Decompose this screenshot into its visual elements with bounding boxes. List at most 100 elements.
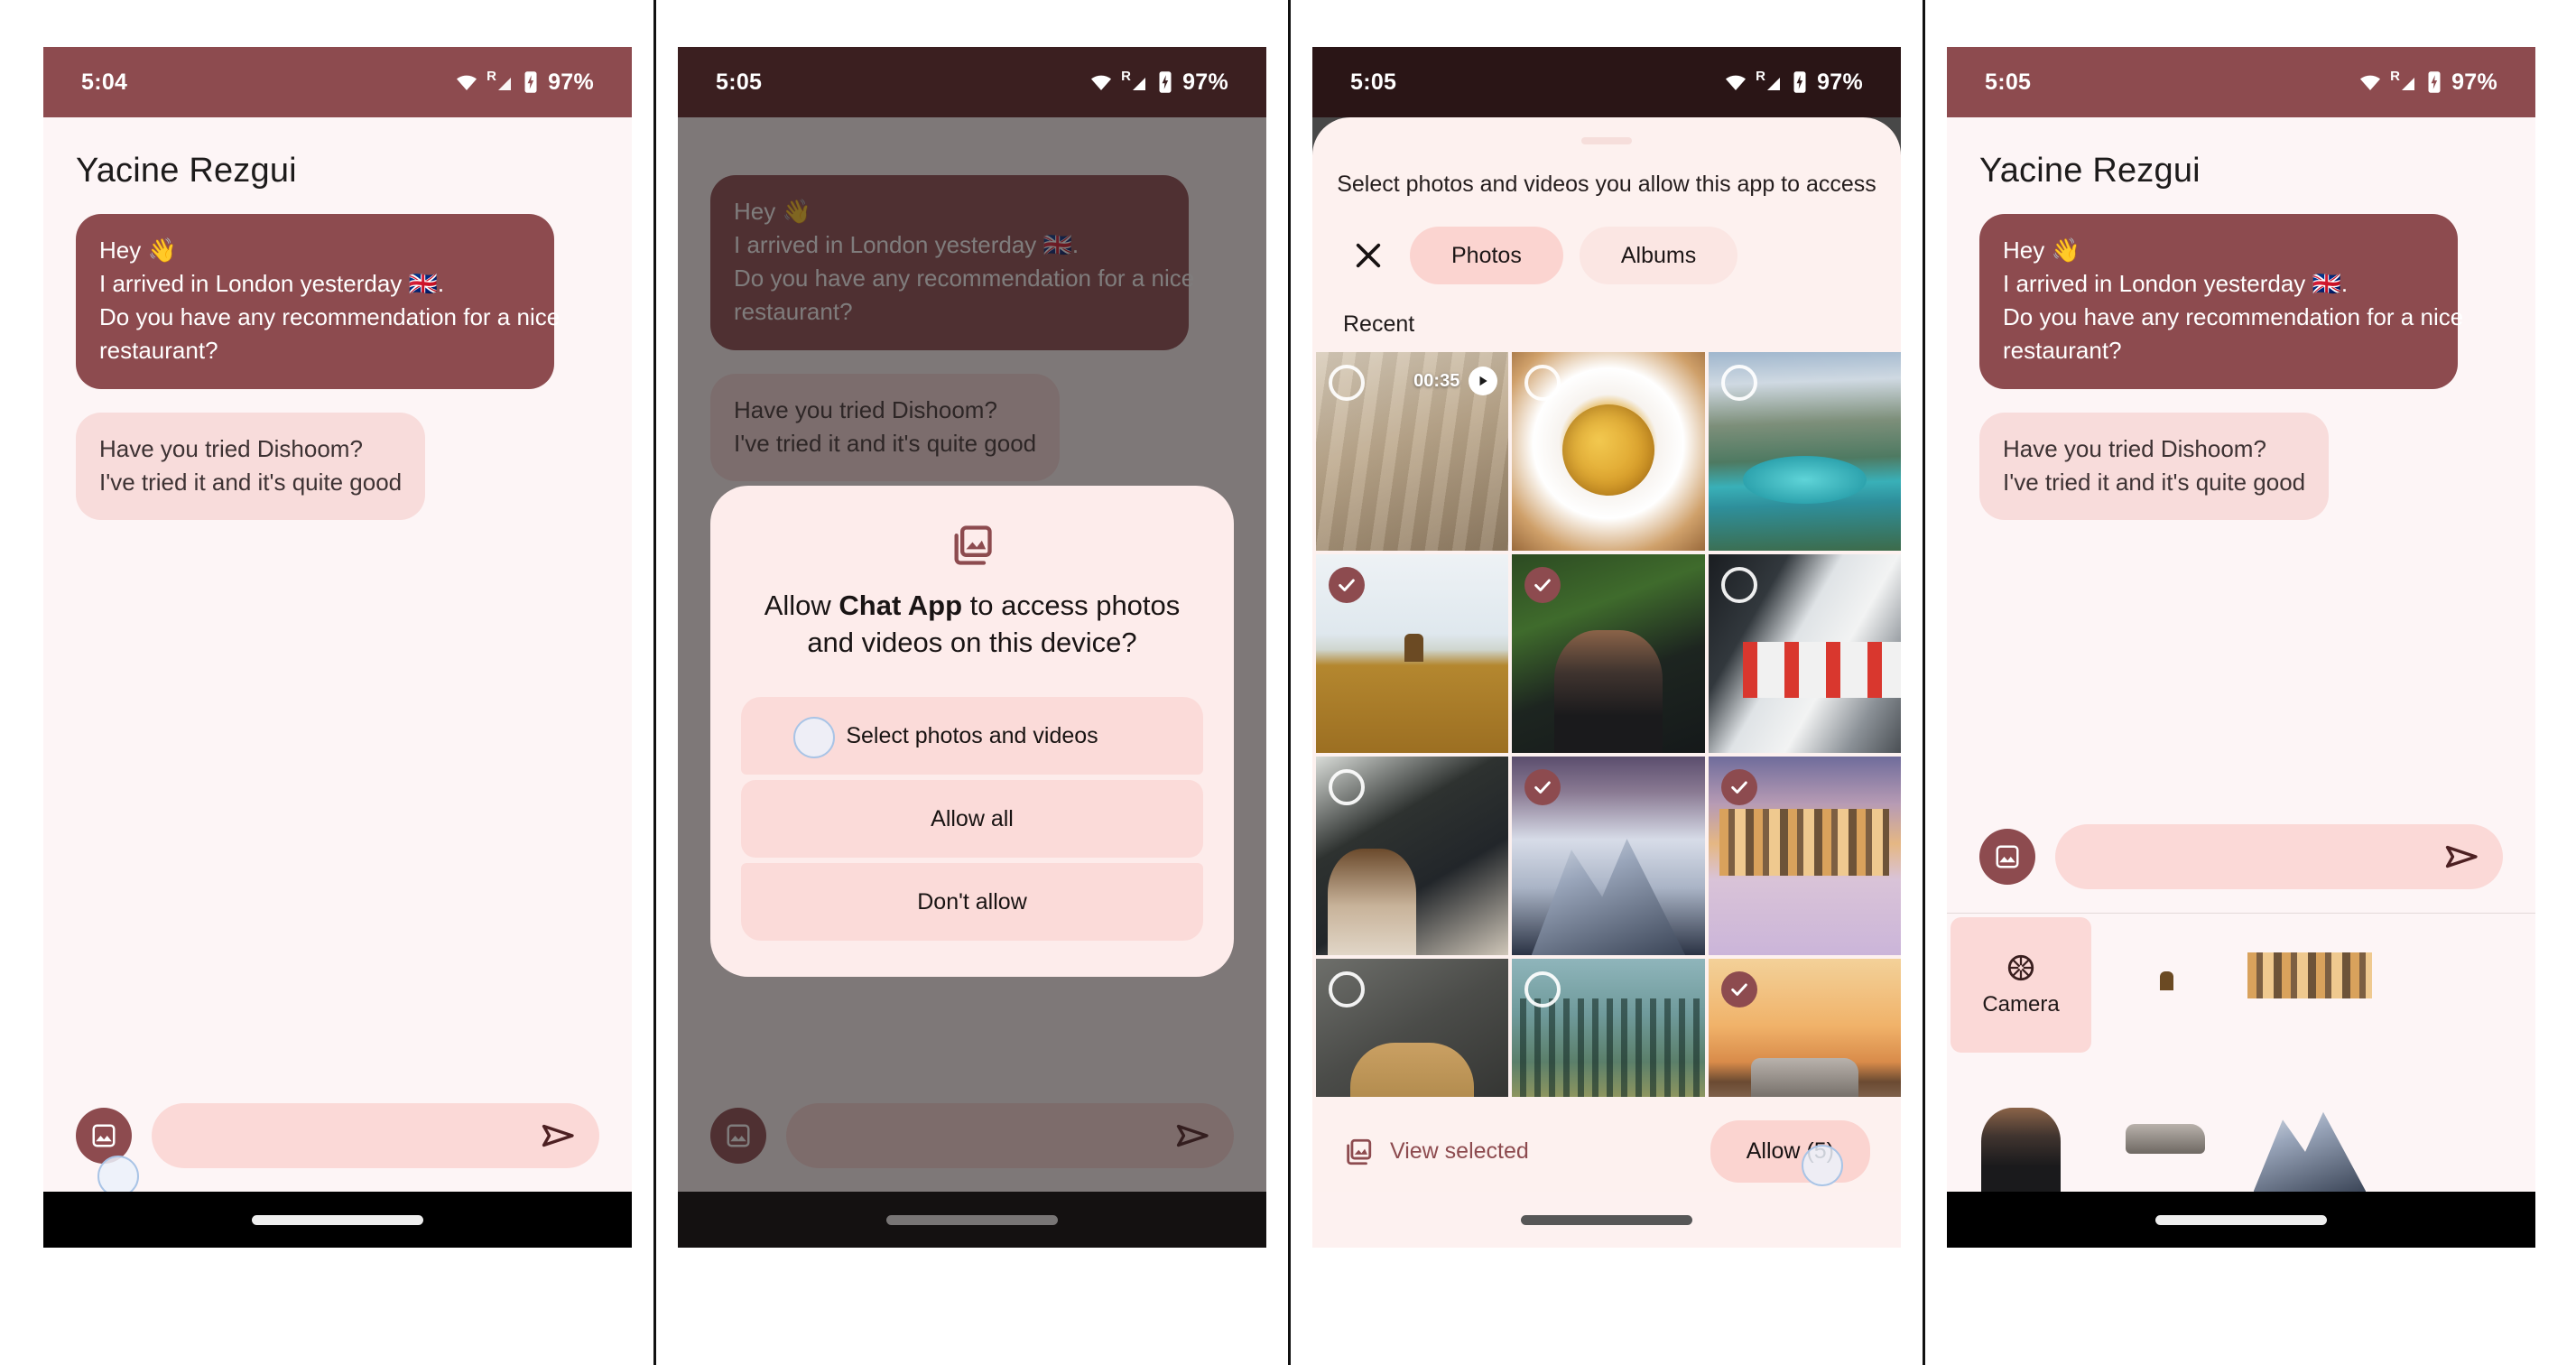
grid-item-video-floor[interactable]: 00:35 xyxy=(1316,352,1509,552)
message-bubble-incoming-4: Have you tried Dishoom? I've tried it an… xyxy=(1979,412,2330,521)
option-label: Don't allow xyxy=(917,888,1027,915)
grid-item-photo-man[interactable] xyxy=(1316,959,1509,1097)
wifi-icon xyxy=(1091,75,1112,90)
nav-bar-3 xyxy=(1312,1192,1901,1248)
roaming-indicator-1: R xyxy=(486,69,497,84)
tray-thumb-mountain[interactable] xyxy=(2239,1056,2380,1192)
grid-item-photo-car[interactable] xyxy=(1708,959,1901,1097)
grid-item-photo-mountain[interactable] xyxy=(1512,757,1705,956)
option-select-photos[interactable]: Select photos and videos xyxy=(741,697,1203,775)
message-line: Hey 👋 xyxy=(2003,237,2080,264)
message-input-4[interactable] xyxy=(2055,824,2503,889)
grid-item-photo-lake[interactable] xyxy=(1708,352,1901,552)
message-line: restaurant? xyxy=(2003,336,2122,364)
status-icons-1: R 97% xyxy=(453,69,594,96)
close-button[interactable] xyxy=(1343,230,1394,281)
message-line: I arrived in London yesterday 🇬🇧. xyxy=(99,269,445,297)
dialog-title: Allow Chat App to access photos and vide… xyxy=(741,587,1203,661)
tab-label: Photos xyxy=(1451,242,1522,268)
grid-item-photo-forest[interactable] xyxy=(1512,959,1705,1097)
status-time-3: 5:05 xyxy=(1350,69,1397,95)
wifi-icon xyxy=(1726,75,1747,90)
home-indicator-4[interactable] xyxy=(2155,1214,2327,1225)
message-line: Do you have any recommendation for a nic… xyxy=(2003,302,2464,330)
picker-tabs: Photos Albums xyxy=(1312,198,1901,285)
grid-item-photo-pasta[interactable] xyxy=(1512,352,1705,552)
message-input-1[interactable] xyxy=(152,1103,599,1168)
frame-chat-initial: 5:04 R 97% Yacine Rezgui Hey 👋 I arrived… xyxy=(22,0,653,1365)
select-check-on[interactable] xyxy=(1720,769,1757,806)
play-icon xyxy=(1469,367,1498,396)
close-icon xyxy=(1356,244,1381,268)
wifi-icon xyxy=(457,75,477,90)
chat-spacer-4 xyxy=(1947,520,2535,804)
allow-label: Allow (5) xyxy=(1746,1138,1834,1164)
composer-1 xyxy=(43,1083,632,1192)
message-bubble-outgoing-4: Hey 👋 I arrived in London yesterday 🇬🇧. … xyxy=(1979,214,2464,389)
dialog-title-pre: Allow xyxy=(764,590,839,621)
attach-image-button-1[interactable] xyxy=(76,1108,132,1164)
camera-label: Camera xyxy=(1982,992,2060,1017)
composer-4 xyxy=(1947,804,2535,913)
tray-thumb-couple[interactable] xyxy=(1951,1056,2091,1192)
select-check-on[interactable] xyxy=(1720,971,1757,1008)
tray-thumb-car[interactable] xyxy=(2095,1056,2236,1192)
tray-camera-button[interactable]: Camera xyxy=(1951,917,2091,1053)
view-selected-button[interactable]: View selected xyxy=(1343,1137,1529,1167)
roaming-indicator-2: R xyxy=(1121,69,1132,84)
tab-label: Albums xyxy=(1620,242,1697,268)
contact-name-4: Yacine Rezgui xyxy=(1979,152,2201,190)
tab-photos[interactable]: Photos xyxy=(1410,227,1563,285)
option-label: Allow all xyxy=(931,805,1014,831)
send-icon[interactable] xyxy=(2445,843,2479,870)
grid-item-photo-train[interactable] xyxy=(1708,554,1901,754)
photo-picker-sheet: Select photos and videos you allow this … xyxy=(1312,117,1901,1248)
frame-chat-with-tray: 5:05 R 97% Yacine Rezgui Hey 👋 I arrived… xyxy=(1925,0,2557,1365)
allow-button[interactable]: Allow (5) xyxy=(1710,1120,1870,1186)
attach-image-button-4[interactable] xyxy=(1979,829,2035,885)
permission-dialog: Allow Chat App to access photos and vide… xyxy=(710,486,1234,978)
wifi-icon xyxy=(2360,75,2381,90)
message-line: restaurant? xyxy=(99,336,218,364)
sheet-grabber[interactable] xyxy=(1581,137,1632,145)
message-line: I've tried it and it's quite good xyxy=(99,468,403,496)
contact-name-1: Yacine Rezgui xyxy=(76,152,297,190)
cellular-signal-icon: R xyxy=(486,69,515,93)
send-icon[interactable] xyxy=(542,1122,576,1149)
home-indicator-3[interactable] xyxy=(1521,1214,1692,1225)
status-bar-4: 5:05 R 97% xyxy=(1947,47,2535,117)
message-line: Have you tried Dishoom? xyxy=(2003,434,2266,462)
grid-item-photo-cabin[interactable] xyxy=(1316,757,1509,956)
grid-item-photo-city[interactable] xyxy=(1708,757,1901,956)
message-line: I've tried it and it's quite good xyxy=(2003,468,2306,496)
battery-percent-3: 97% xyxy=(1817,69,1863,95)
tab-albums[interactable]: Albums xyxy=(1579,227,1738,285)
nav-bar-1 xyxy=(43,1192,632,1248)
home-indicator-1[interactable] xyxy=(252,1214,423,1225)
select-circle-off[interactable] xyxy=(1720,567,1757,604)
video-duration: 00:35 xyxy=(1413,370,1460,391)
status-bar-1: 5:04 R 97% xyxy=(43,47,632,117)
select-circle-off[interactable] xyxy=(1720,365,1757,402)
status-icons-4: R 97% xyxy=(2357,69,2497,96)
battery-percent-1: 97% xyxy=(548,69,594,95)
message-line: I arrived in London yesterday 🇬🇧. xyxy=(2003,269,2349,297)
tray-row-1: Camera xyxy=(1947,914,2535,1053)
tray-thumb-field[interactable] xyxy=(2095,917,2236,1053)
battery-percent-4: 97% xyxy=(2451,69,2497,95)
status-time-1: 5:04 xyxy=(81,69,128,95)
grid-item-photo-couple[interactable] xyxy=(1512,554,1705,754)
roaming-indicator-3: R xyxy=(1756,69,1766,84)
option-allow-all[interactable]: Allow all xyxy=(741,780,1203,859)
frame-photo-picker: 5:05 R 97% Select photos and videos you … xyxy=(1291,0,1923,1365)
option-dont-allow[interactable]: Don't allow xyxy=(741,863,1203,942)
image-icon xyxy=(1996,845,2019,868)
battery-charging-icon xyxy=(1159,71,1172,93)
image-icon xyxy=(92,1124,116,1147)
chat-spacer-1 xyxy=(43,520,632,1083)
grid-item-photo-field[interactable] xyxy=(1316,554,1509,754)
phone-3: 5:05 R 97% Select photos and videos you … xyxy=(1312,47,1901,1248)
status-bar-3: 5:05 R 97% xyxy=(1312,47,1901,117)
status-bar-2: 5:05 R 97% xyxy=(678,47,1266,117)
tray-thumb-city[interactable] xyxy=(2239,917,2380,1053)
